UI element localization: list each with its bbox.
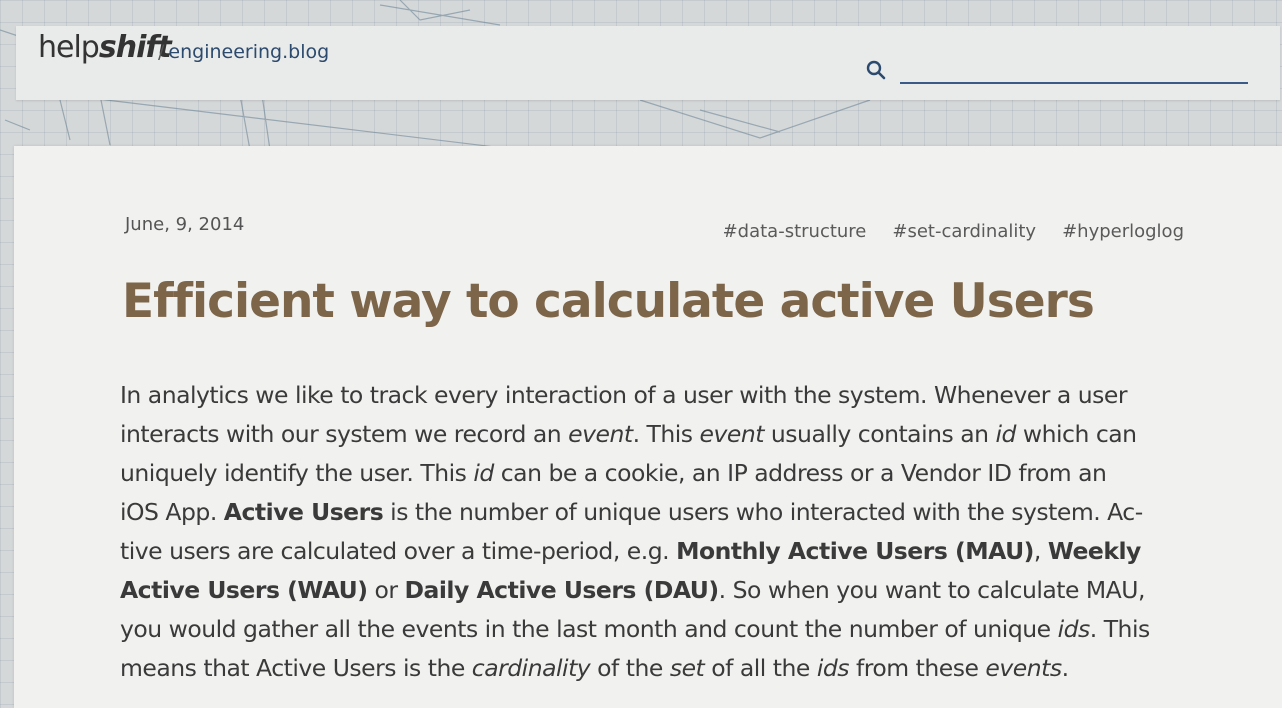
bold-text: Active Users (WAU) xyxy=(120,576,368,604)
text-run: which can xyxy=(1015,420,1137,448)
text-run: . This xyxy=(632,420,700,448)
italic-text: ids xyxy=(816,654,850,682)
tag-link[interactable]: #set-cardinality xyxy=(892,221,1036,242)
post-paragraph: In analytics we like to track every inte… xyxy=(120,376,1210,688)
text-run: In analytics we like to track every inte… xyxy=(120,381,1128,409)
paragraph-line: Active Users (WAU) or Daily Active Users… xyxy=(120,571,1210,610)
text-run: tive users are calculated over a time-pe… xyxy=(120,537,677,565)
search-input[interactable] xyxy=(900,56,1248,84)
tag-link[interactable]: #data-structure xyxy=(723,221,867,242)
tag-link[interactable]: #hyperloglog xyxy=(1062,221,1184,242)
bold-text: Weekly xyxy=(1047,537,1141,565)
text-run: is the number of unique users who intera… xyxy=(383,498,1143,526)
paragraph-line: In analytics we like to track every inte… xyxy=(120,376,1210,415)
text-run: of the xyxy=(590,654,670,682)
text-run: can be a cookie, an IP address or a Vend… xyxy=(493,459,1107,487)
text-run: uniquely identify the user. This xyxy=(120,459,474,487)
paragraph-line: uniquely identify the user. This id can … xyxy=(120,454,1210,493)
italic-text: ids xyxy=(1057,615,1091,643)
blog-name: engineering.blog xyxy=(168,41,330,63)
text-run: . xyxy=(1061,654,1069,682)
paragraph-line: tive users are calculated over a time-pe… xyxy=(120,532,1210,571)
text-run: or xyxy=(367,576,405,604)
site-header: helpshift / engineering.blog xyxy=(16,26,1280,100)
text-run: iOS App. xyxy=(120,498,224,526)
text-run: . So when you want to calculate MAU, xyxy=(718,576,1146,604)
text-run: interacts with our system we record an xyxy=(120,420,569,448)
text-run: of all the xyxy=(704,654,817,682)
text-run: usually contains an xyxy=(763,420,996,448)
blog-title-link[interactable]: / engineering.blog xyxy=(158,41,329,63)
text-run: . This xyxy=(1089,615,1150,643)
helpshift-logo[interactable]: helpshift xyxy=(38,30,172,65)
text-run: , xyxy=(1033,537,1048,565)
italic-text: set xyxy=(669,654,705,682)
italic-text: event xyxy=(699,420,765,448)
paragraph-line: interacts with our system we record an e… xyxy=(120,415,1210,454)
italic-text: id xyxy=(473,459,494,487)
bold-text: Daily Active Users (DAU) xyxy=(404,576,720,604)
post-tags: #data-structure #set-cardinality #hyperl… xyxy=(723,221,1184,242)
post-date: June, 9, 2014 xyxy=(125,214,245,235)
italic-text: id xyxy=(995,420,1016,448)
paragraph-line: iOS App. Active Users is the number of u… xyxy=(120,493,1210,532)
search-icon[interactable] xyxy=(865,59,887,81)
paragraph-line: you would gather all the events in the l… xyxy=(120,610,1210,649)
italic-text: event xyxy=(568,420,633,448)
text-run: you would gather all the events in the l… xyxy=(120,615,1058,643)
breadcrumb-separator: / xyxy=(158,41,165,63)
italic-text: cardinality xyxy=(471,654,591,682)
bold-text: Monthly Active Users (MAU) xyxy=(676,537,1034,565)
post-title: Efficient way to calculate active Users xyxy=(122,274,1095,329)
text-run: means that Active Users is the xyxy=(120,654,472,682)
text-run: from these xyxy=(849,654,986,682)
italic-text: events xyxy=(985,654,1062,682)
paragraph-line: means that Active Users is the cardinali… xyxy=(120,649,1210,688)
post-card: June, 9, 2014 #data-structure #set-cardi… xyxy=(14,146,1282,708)
logo-text-light: help xyxy=(38,30,100,65)
bold-text: Active Users xyxy=(223,498,384,526)
